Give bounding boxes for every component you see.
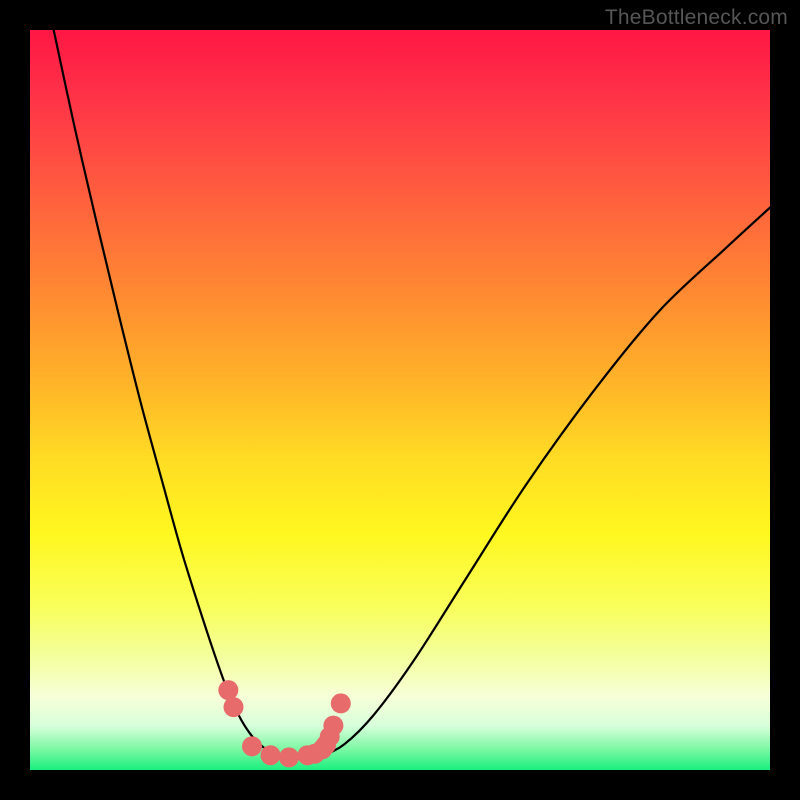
fit-marker: [261, 745, 281, 765]
watermark-text: TheBottleneck.com: [605, 6, 788, 30]
fit-marker: [242, 736, 262, 756]
fit-marker: [224, 697, 244, 717]
fit-markers-group: [218, 680, 350, 767]
fit-marker: [323, 716, 343, 736]
bottleneck-chart: TheBottleneck.com: [0, 0, 800, 800]
fit-marker: [279, 747, 299, 767]
marker-layer: [30, 30, 770, 770]
fit-marker: [218, 680, 238, 700]
fit-marker: [331, 693, 351, 713]
plot-area: [30, 30, 770, 770]
